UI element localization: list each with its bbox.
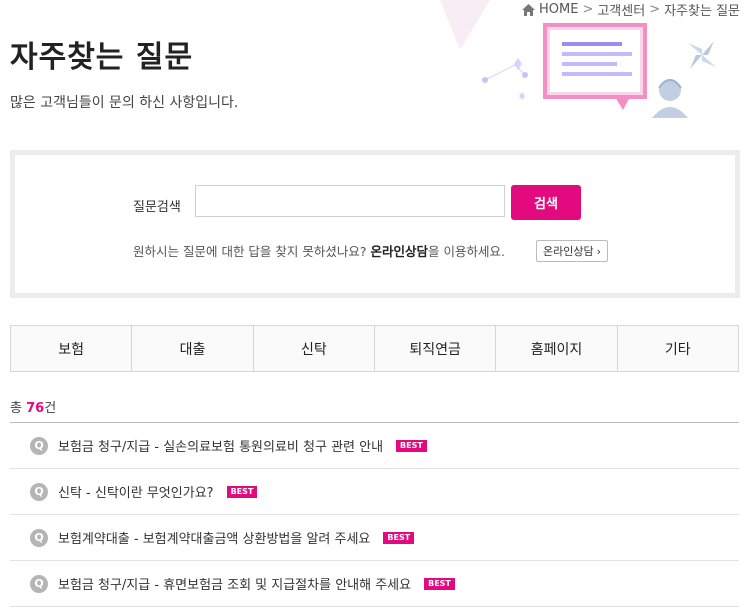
faq-item[interactable]: Q 신탁 - 신탁이란 무엇인가요? BEST xyxy=(10,469,739,515)
faq-question[interactable]: 보험금 청구/지급 - 실손의료보험 통원의료비 청구 관련 안내 xyxy=(58,436,383,455)
total-prefix: 총 xyxy=(10,401,27,416)
help-text-link: 온라인상담 xyxy=(370,244,428,259)
faq-list: Q 보험금 청구/지급 - 실손의료보험 통원의료비 청구 관련 안내 BEST… xyxy=(10,423,739,607)
faq-question[interactable]: 신탁 - 신탁이란 무엇인가요? xyxy=(58,482,214,501)
tab-pension[interactable]: 퇴직연금 xyxy=(375,326,497,371)
search-input[interactable] xyxy=(195,185,505,217)
best-badge: BEST xyxy=(226,485,258,498)
tab-insurance[interactable]: 보험 xyxy=(11,326,133,371)
question-icon: Q xyxy=(30,528,48,547)
faq-item[interactable]: Q 보험계약대출 - 보험계약대출금액 상환방법을 알려 주세요 BEST xyxy=(10,515,739,561)
faq-item[interactable]: Q 보험금 청구/지급 - 실손의료보험 통원의료비 청구 관련 안내 BEST xyxy=(10,423,739,469)
online-consult-label: 온라인상담 xyxy=(543,245,594,258)
best-badge: BEST xyxy=(424,577,455,590)
faq-illustration xyxy=(440,0,716,118)
faq-question[interactable]: 보험금 청구/지급 - 휴면보험금 조회 및 지급절차를 안내해 주세요 xyxy=(58,574,411,593)
tab-trust[interactable]: 신탁 xyxy=(254,326,375,371)
faq-question[interactable]: 보험계약대출 - 보험계약대출금액 상환방법을 알려 주세요 xyxy=(58,528,370,547)
question-icon: Q xyxy=(30,436,48,455)
search-label: 질문검색 xyxy=(133,200,181,215)
total-suffix: 건 xyxy=(44,401,57,416)
help-text: 원하시는 질문에 대한 답을 찾지 못하셨나요? 온라인상담을 이용하세요. xyxy=(133,241,505,260)
online-consult-button[interactable]: 온라인상담 › xyxy=(536,240,609,262)
page-subtitle: 많은 고객님들이 문의 하신 사항입니다. xyxy=(10,95,239,111)
tab-homepage[interactable]: 홈페이지 xyxy=(496,326,618,371)
question-icon: Q xyxy=(30,482,48,501)
tab-loan[interactable]: 대출 xyxy=(132,326,254,371)
question-icon: Q xyxy=(30,574,48,593)
tab-etc[interactable]: 기타 xyxy=(618,326,738,371)
best-badge: BEST xyxy=(383,531,415,544)
help-text-prefix: 원하시는 질문에 대한 답을 찾지 못하셨나요? xyxy=(133,244,371,259)
category-tabs: 보험 대출 신탁 퇴직연금 홈페이지 기타 xyxy=(10,325,739,372)
help-text-suffix: 을 이용하세요. xyxy=(428,244,505,259)
chevron-right-icon: › xyxy=(596,244,602,258)
page-title: 자주찾는 질문 xyxy=(10,40,194,75)
search-panel: 질문검색 검색 원하시는 질문에 대한 답을 찾지 못하셨나요? 온라인상담을 … xyxy=(10,150,740,298)
total-number: 76 xyxy=(26,401,45,416)
best-badge: BEST xyxy=(396,439,427,452)
search-button[interactable]: 검색 xyxy=(511,185,581,220)
faq-item[interactable]: Q 보험금 청구/지급 - 휴면보험금 조회 및 지급절차를 안내해 주세요 B… xyxy=(10,561,739,607)
total-count: 총 76건 xyxy=(10,397,56,416)
